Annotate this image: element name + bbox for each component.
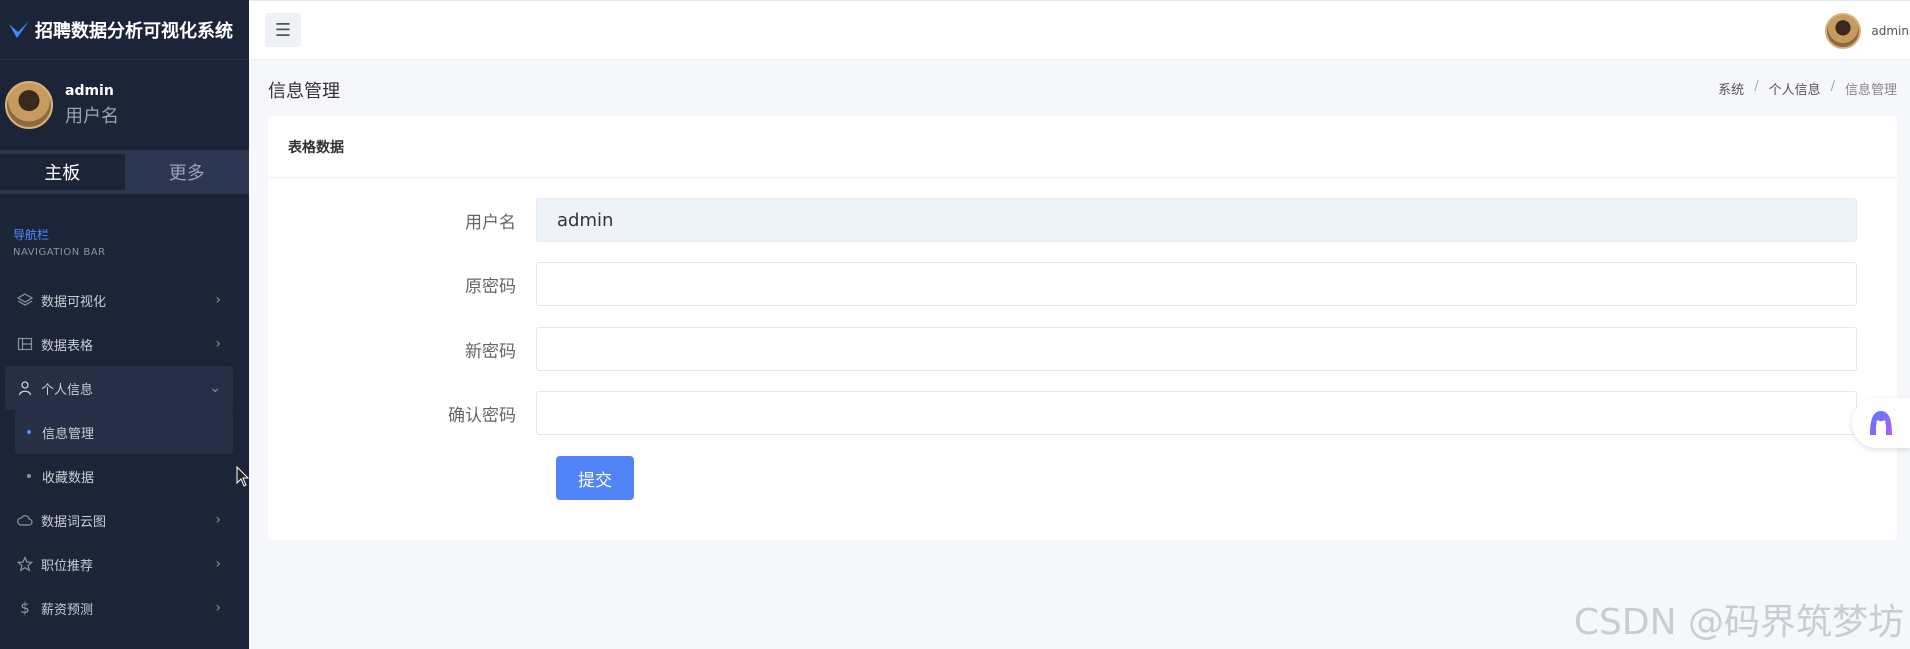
sidebar-subitem-label: 收藏数据 bbox=[42, 470, 95, 486]
bullet-icon bbox=[27, 474, 31, 478]
sidebar-item-data-table[interactable]: 数据表格 › bbox=[0, 322, 249, 366]
card-title: 表格数据 bbox=[268, 116, 1897, 178]
sidebar-subitem-favorites[interactable]: 收藏数据 bbox=[0, 454, 249, 498]
user-name: admin bbox=[65, 82, 114, 99]
menu-toggle-button[interactable]: ☰ bbox=[265, 13, 301, 47]
hamburger-icon: ☰ bbox=[274, 19, 292, 41]
submit-button[interactable]: 提交 bbox=[556, 456, 634, 500]
mouse-cursor-icon bbox=[236, 466, 250, 487]
old-password-label: 原密码 bbox=[465, 276, 516, 297]
chevron-right-icon: › bbox=[215, 600, 221, 616]
brand[interactable]: 招聘数据分析可视化系统 bbox=[0, 0, 249, 60]
topbar: ☰ admin bbox=[249, 0, 1910, 60]
new-password-row: 新密码 bbox=[268, 327, 1857, 371]
watermark: CSDN @码界筑梦坊 bbox=[1573, 602, 1904, 643]
topbar-user[interactable]: admin bbox=[1825, 13, 1909, 49]
new-password-field[interactable] bbox=[536, 327, 1857, 371]
sidebar-subitem-info-management[interactable]: 信息管理 bbox=[15, 410, 233, 454]
user-role: 用户名 bbox=[65, 105, 119, 127]
cloud-icon bbox=[17, 515, 33, 526]
layers-icon bbox=[17, 293, 33, 306]
sidebar-item-salary-prediction[interactable]: $ 薪资预测 › bbox=[0, 586, 249, 630]
breadcrumb-item[interactable]: 系统 bbox=[1718, 79, 1744, 98]
breadcrumb-item[interactable]: 个人信息 bbox=[1769, 79, 1821, 98]
breadcrumb: 系统 / 个人信息 / 信息管理 bbox=[1718, 79, 1897, 98]
tab-main[interactable]: 主板 bbox=[0, 154, 125, 190]
sidebar-item-word-cloud[interactable]: 数据词云图 › bbox=[0, 498, 249, 542]
breadcrumb-separator: / bbox=[1830, 79, 1835, 94]
logo-icon bbox=[9, 20, 29, 38]
user-panel: admin 用户名 bbox=[0, 60, 249, 150]
star-icon bbox=[17, 556, 33, 572]
sidebar-item-label: 数据可视化 bbox=[41, 294, 107, 310]
username-field[interactable]: admin bbox=[536, 198, 1857, 242]
nav-subtitle: NAVIGATION BAR bbox=[13, 247, 106, 258]
sidebar-item-label: 数据表格 bbox=[41, 338, 94, 354]
sidebar-item-job-recommend[interactable]: 职位推荐 › bbox=[0, 542, 249, 586]
sidebar-item-personal-info[interactable]: 个人信息 ⌄ bbox=[5, 366, 233, 410]
form-card: 表格数据 用户名 admin 原密码 新密码 确认密码 提交 bbox=[268, 116, 1897, 540]
old-password-field[interactable] bbox=[536, 262, 1857, 306]
user-icon bbox=[18, 381, 32, 396]
sidebar-item-label: 薪资预测 bbox=[41, 602, 94, 618]
sidebar-menu: 数据可视化 › 数据表格 › 个人信息 ⌄ 信息管理 收藏数据 数据词云图 › bbox=[0, 278, 249, 630]
avatar bbox=[5, 81, 53, 129]
sidebar: 招聘数据分析可视化系统 admin 用户名 主板 更多 导航栏 NAVIGATI… bbox=[0, 0, 249, 649]
page-title: 信息管理 bbox=[268, 81, 340, 102]
assistant-icon bbox=[1870, 411, 1892, 435]
sidebar-subitem-label: 信息管理 bbox=[42, 426, 95, 442]
topbar-username: admin bbox=[1871, 24, 1909, 38]
confirm-password-field[interactable] bbox=[536, 391, 1857, 435]
confirm-password-row: 确认密码 bbox=[268, 391, 1857, 435]
chevron-right-icon: › bbox=[215, 336, 221, 352]
breadcrumb-current: 信息管理 bbox=[1844, 83, 1897, 98]
tab-more[interactable]: 更多 bbox=[125, 150, 250, 194]
chevron-right-icon: › bbox=[215, 512, 221, 528]
username-row: 用户名 admin bbox=[268, 198, 1857, 242]
nav-title: 导航栏 bbox=[13, 228, 50, 242]
breadcrumb-separator: / bbox=[1754, 79, 1759, 94]
table-icon bbox=[17, 337, 33, 351]
sidebar-tabs: 主板 更多 bbox=[0, 150, 249, 194]
nav-header: 导航栏 NAVIGATION BAR bbox=[0, 194, 249, 258]
chevron-down-icon: ⌄ bbox=[209, 380, 221, 396]
sidebar-item-data-visualization[interactable]: 数据可视化 › bbox=[0, 278, 249, 322]
username-label: 用户名 bbox=[465, 212, 516, 233]
chevron-right-icon: › bbox=[215, 556, 221, 572]
dollar-icon: $ bbox=[20, 599, 30, 617]
bullet-icon bbox=[27, 430, 31, 434]
chevron-right-icon: › bbox=[215, 292, 221, 308]
sidebar-item-label: 职位推荐 bbox=[41, 558, 94, 574]
confirm-password-label: 确认密码 bbox=[448, 405, 516, 426]
assistant-float-button[interactable] bbox=[1852, 398, 1910, 448]
new-password-label: 新密码 bbox=[465, 341, 516, 362]
old-password-row: 原密码 bbox=[268, 262, 1857, 306]
avatar bbox=[1825, 13, 1862, 49]
sidebar-item-label: 个人信息 bbox=[41, 382, 94, 398]
app-title: 招聘数据分析可视化系统 bbox=[35, 20, 233, 42]
sidebar-item-label: 数据词云图 bbox=[41, 514, 107, 530]
